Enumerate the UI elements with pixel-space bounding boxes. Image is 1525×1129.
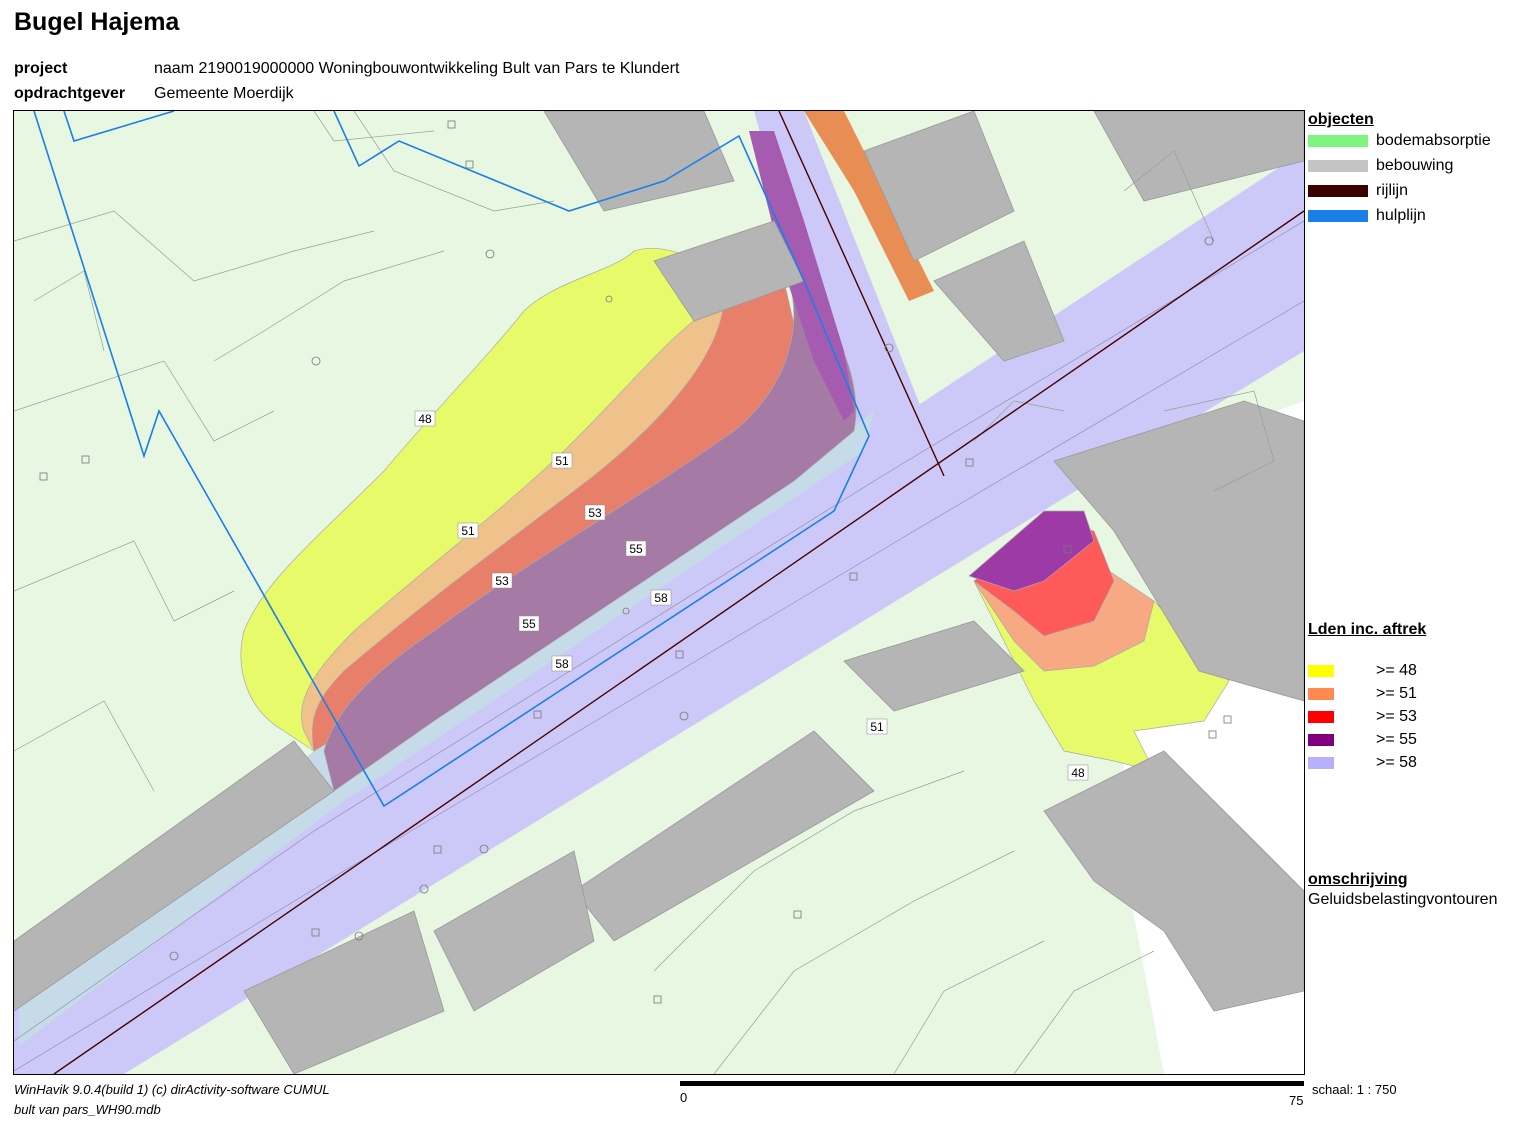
legend-label: >= 53 — [1376, 708, 1417, 725]
contour-label: 53 — [491, 572, 513, 589]
contour-label: 51 — [866, 718, 888, 735]
legend-lden-heading: Lden inc. aftrek — [1308, 621, 1427, 638]
svg-text:53: 53 — [588, 506, 602, 520]
contour-label: 53 — [584, 504, 606, 521]
svg-text:48: 48 — [1071, 766, 1085, 780]
contour-label: 55 — [518, 615, 540, 632]
legend-swatch — [1308, 135, 1368, 147]
legend-label: >= 58 — [1376, 754, 1417, 771]
legend-description: Geluidsbelastingvontouren — [1308, 891, 1498, 908]
database-filename: bult van pars_WH90.mdb — [14, 1102, 161, 1117]
contour-label: 58 — [650, 589, 672, 606]
svg-text:58: 58 — [555, 657, 569, 671]
contour-label: 55 — [625, 540, 647, 557]
scale-end-label: 75 — [1289, 1093, 1304, 1108]
legend-label: hulplijn — [1376, 207, 1426, 224]
svg-text:55: 55 — [629, 542, 643, 556]
project-value: naam 2190019000000 Woningbouwontwikkelin… — [154, 60, 680, 77]
client-value: Gemeente Moerdijk — [154, 85, 294, 102]
software-credit: WinHavik 9.0.4(build 1) (c) dirActivity-… — [14, 1082, 330, 1097]
legend-swatch — [1308, 160, 1368, 172]
svg-text:58: 58 — [654, 591, 668, 605]
scale-bar — [680, 1081, 1304, 1086]
svg-text:51: 51 — [870, 720, 884, 734]
contour-label: 48 — [1067, 764, 1089, 781]
noise-contour-map[interactable]: 48 51 51 53 53 55 55 58 58 51 48 — [13, 110, 1305, 1075]
legend-swatch — [1308, 757, 1334, 769]
contour-label: 51 — [457, 522, 479, 539]
legend-swatch — [1308, 711, 1334, 723]
contour-label: 58 — [551, 655, 573, 672]
legend-label: bebouwing — [1376, 157, 1454, 174]
legend-label: bodemabsorptie — [1376, 132, 1491, 149]
map-title: Bugel Hajema — [14, 8, 180, 36]
svg-text:55: 55 — [522, 617, 536, 631]
svg-text:51: 51 — [461, 524, 475, 538]
legend-swatch — [1308, 210, 1368, 222]
legend-description-heading: omschrijving — [1308, 871, 1408, 888]
legend-swatch — [1308, 734, 1334, 746]
legend-swatch — [1308, 665, 1334, 677]
legend-objects-heading: objecten — [1308, 111, 1374, 128]
legend-label: >= 48 — [1376, 662, 1417, 679]
legend-label: rijlijn — [1376, 182, 1408, 199]
legend-swatch — [1308, 185, 1368, 197]
project-label: project — [14, 60, 68, 77]
contour-label: 51 — [551, 452, 573, 469]
scale-ratio: schaal: 1 : 750 — [1312, 1082, 1397, 1097]
scale-start-label: 0 — [680, 1090, 688, 1105]
svg-text:48: 48 — [418, 412, 432, 426]
legend-swatch — [1308, 688, 1334, 700]
svg-text:51: 51 — [555, 454, 569, 468]
contour-label: 48 — [414, 410, 436, 427]
client-label: opdrachtgever — [14, 85, 126, 102]
legend-label: >= 55 — [1376, 731, 1417, 748]
svg-text:53: 53 — [495, 574, 509, 588]
legend-label: >= 51 — [1376, 685, 1417, 702]
